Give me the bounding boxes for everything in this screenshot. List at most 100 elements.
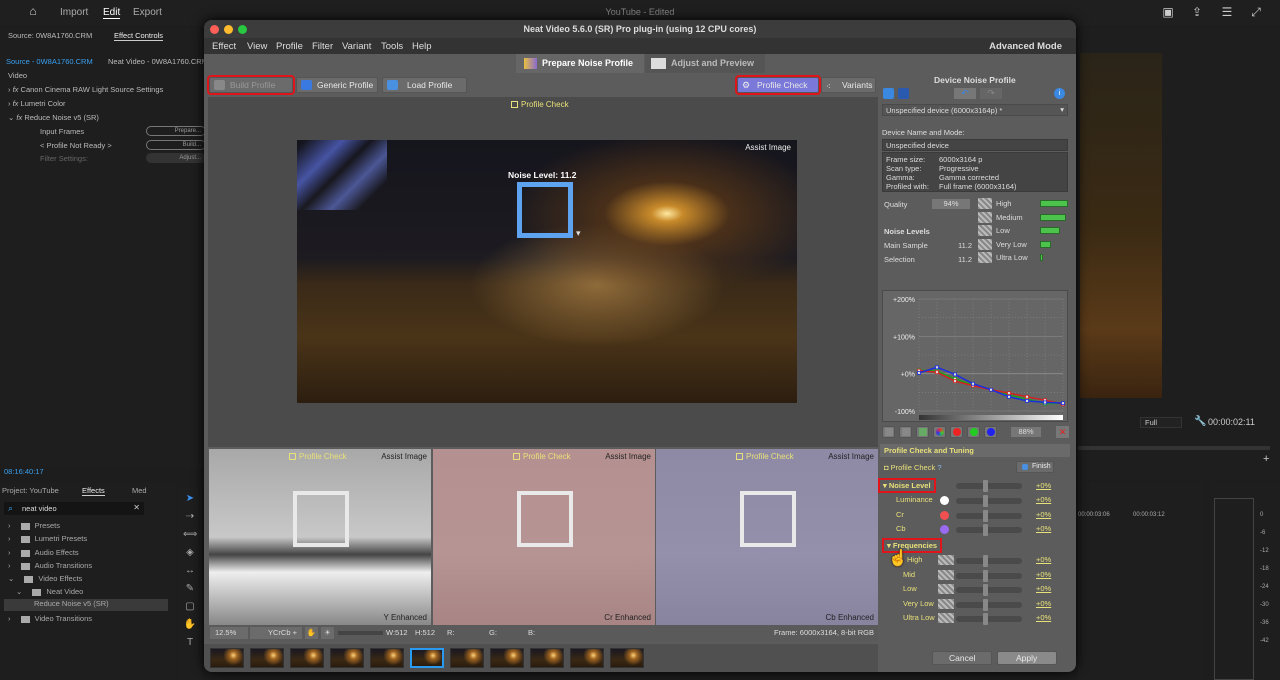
selection-tool-icon[interactable]: ➤ [183, 492, 197, 506]
redo-icon[interactable]: ↷ [980, 88, 1002, 99]
slip-icon[interactable]: ↔ [183, 564, 197, 578]
frequency-slider[interactable] [956, 613, 1022, 625]
fullscreen-icon[interactable]: ⤢ [1249, 6, 1263, 19]
frequency-value[interactable]: +0% [1036, 570, 1051, 579]
chart-toggle-button[interactable] [967, 426, 980, 438]
razor-icon[interactable]: ◈ [183, 546, 197, 560]
tab-adjust-and-preview[interactable]: Adjust and Preview [645, 54, 765, 73]
menu-effect[interactable]: Effect [212, 41, 236, 52]
rectangle-icon[interactable]: ▢ [183, 600, 197, 614]
tab-prepare-noise-profile[interactable]: Prepare Noise Profile [516, 54, 644, 73]
home-icon[interactable]: ⌂ [26, 5, 40, 18]
media-tab[interactable]: Med [132, 486, 147, 495]
type-icon[interactable]: T [183, 636, 197, 650]
frequency-value[interactable]: +0% [1036, 599, 1051, 608]
frequency-slider[interactable] [956, 598, 1022, 611]
menu-variant[interactable]: Variant [342, 41, 371, 52]
generic-profile-button[interactable]: Generic Profile [296, 77, 378, 93]
frame-thumbnail[interactable] [490, 648, 524, 668]
tree-item[interactable]: › Presets [8, 521, 60, 530]
ripple-edit-icon[interactable]: ⟺ [183, 528, 197, 542]
tree-item-selected[interactable]: Reduce Noise v5 (SR) [4, 599, 168, 611]
load-profile-button[interactable]: Load Profile [382, 77, 467, 93]
profile-check-toggle[interactable]: ◘ Profile Check ? [884, 463, 942, 472]
frame-thumbnail[interactable] [530, 648, 564, 668]
tree-item[interactable]: ⌄ Neat Video [16, 587, 83, 596]
channel-slider[interactable] [956, 524, 1022, 536]
brightness-icon[interactable]: ☀ [321, 627, 334, 639]
effect-row[interactable]: › fx Canon Cinema RAW Light Source Setti… [8, 85, 212, 94]
clip-source[interactable]: Source - 0W8A1760.CRM [6, 57, 93, 66]
chart-toggle-button[interactable] [950, 426, 963, 438]
y-enhanced-pane[interactable]: Profile Check Assist Image Y Enhanced [209, 449, 431, 625]
hand-icon[interactable]: ✋ [183, 618, 197, 632]
dropdown-arrow-icon[interactable]: ▾ [576, 228, 581, 239]
menu-view[interactable]: View [247, 41, 267, 52]
channel-value[interactable]: +0% [1036, 524, 1051, 533]
device-dropdown[interactable]: Unspecified device (6000x3164p) * ▾ [882, 104, 1068, 116]
apply-button[interactable]: Apply [997, 651, 1057, 665]
effect-row[interactable]: › fx Lumetri Color [8, 99, 212, 108]
menu-filter[interactable]: Filter [312, 41, 333, 52]
chart-toggle-button[interactable] [899, 426, 912, 438]
effect-controls-tab[interactable]: Effect Controls [114, 31, 164, 41]
channel-slider[interactable] [956, 509, 1022, 522]
preview-image[interactable]: Assist Image Noise Level: 11.2 ▾ [297, 140, 797, 403]
source-tab[interactable]: Source: 0W8A1760.CRM [8, 31, 212, 40]
nav-import[interactable]: Import [60, 7, 88, 18]
frequency-slider[interactable] [956, 584, 1022, 596]
chart-toggle-button[interactable] [882, 426, 895, 438]
close-icon[interactable]: ✕ [1056, 426, 1069, 438]
open-profile-icon[interactable] [883, 88, 894, 99]
frame-thumbnail[interactable] [370, 648, 404, 668]
noise-level-section[interactable]: ▾ Noise Level [878, 478, 936, 493]
effects-tab[interactable]: Effects [82, 486, 105, 496]
frequency-slider[interactable] [956, 569, 1022, 582]
share-icon[interactable]: ⇪ [1190, 6, 1204, 19]
nav-edit[interactable]: Edit [103, 7, 121, 19]
prepare-button[interactable]: Prepare... [146, 126, 206, 136]
channel-value[interactable]: +0% [1036, 510, 1051, 519]
workspaces-icon[interactable]: ☰ [1220, 6, 1234, 19]
playhead-bar[interactable] [1078, 446, 1270, 450]
frame-thumbnail[interactable] [210, 648, 244, 668]
chart-toggle-button[interactable] [916, 426, 929, 438]
frame-thumbnail[interactable] [610, 648, 644, 668]
frequency-value[interactable]: +0% [1036, 613, 1051, 622]
info-icon[interactable]: i [1054, 88, 1065, 99]
nav-export[interactable]: Export [133, 7, 162, 18]
menu-tools[interactable]: Tools [381, 41, 403, 52]
noise-level-value[interactable]: +0% [1036, 481, 1051, 490]
quick-export-icon[interactable]: ▣ [1161, 6, 1175, 19]
program-timecode[interactable]: 00:00:02:11 [1208, 417, 1255, 427]
selection-rectangle[interactable] [517, 182, 573, 238]
frame-thumbnail[interactable] [570, 648, 604, 668]
adjust-button[interactable]: Adjust... [146, 153, 206, 163]
channel-slider[interactable] [956, 495, 1022, 507]
tree-item[interactable]: › Audio Transitions [8, 561, 92, 570]
frame-thumbnail[interactable] [290, 648, 324, 668]
effect-row[interactable]: ⌄ fx Reduce Noise v5 (SR) [8, 113, 212, 122]
noise-curve-chart[interactable]: +200% +100% +0% -100% [882, 290, 1068, 422]
tree-item[interactable]: › Lumetri Presets [8, 534, 87, 543]
brightness-slider[interactable] [338, 631, 383, 635]
search-input[interactable]: ⌕ neat video ✕ [4, 502, 144, 515]
timecode[interactable]: 08:16:40:17 [4, 467, 208, 476]
profile-check-button[interactable]: ⚙ Profile Check [735, 75, 821, 95]
main-viewer[interactable]: Profile Check Assist Image Noise Level: … [208, 97, 878, 447]
frame-thumbnail[interactable] [250, 648, 284, 668]
pen-icon[interactable]: ✎ [183, 582, 197, 596]
add-button-icon[interactable]: + [1263, 453, 1269, 465]
track-select-icon[interactable]: ⇢ [183, 510, 197, 524]
frequency-value[interactable]: +0% [1036, 555, 1051, 564]
zoom-dropdown[interactable]: 12.5% [210, 627, 248, 639]
frame-thumbnail[interactable] [450, 648, 484, 668]
frequency-slider[interactable] [956, 555, 1022, 567]
finish-button[interactable]: Finish [1016, 461, 1054, 473]
menu-help[interactable]: Help [412, 41, 432, 52]
save-profile-icon[interactable] [898, 88, 909, 99]
noise-level-slider[interactable] [956, 480, 1022, 492]
cb-enhanced-pane[interactable]: Profile Check Assist Image Cb Enhanced [656, 449, 878, 625]
tree-item[interactable]: › Audio Effects [8, 548, 79, 557]
undo-icon[interactable]: ↶ [954, 88, 976, 99]
